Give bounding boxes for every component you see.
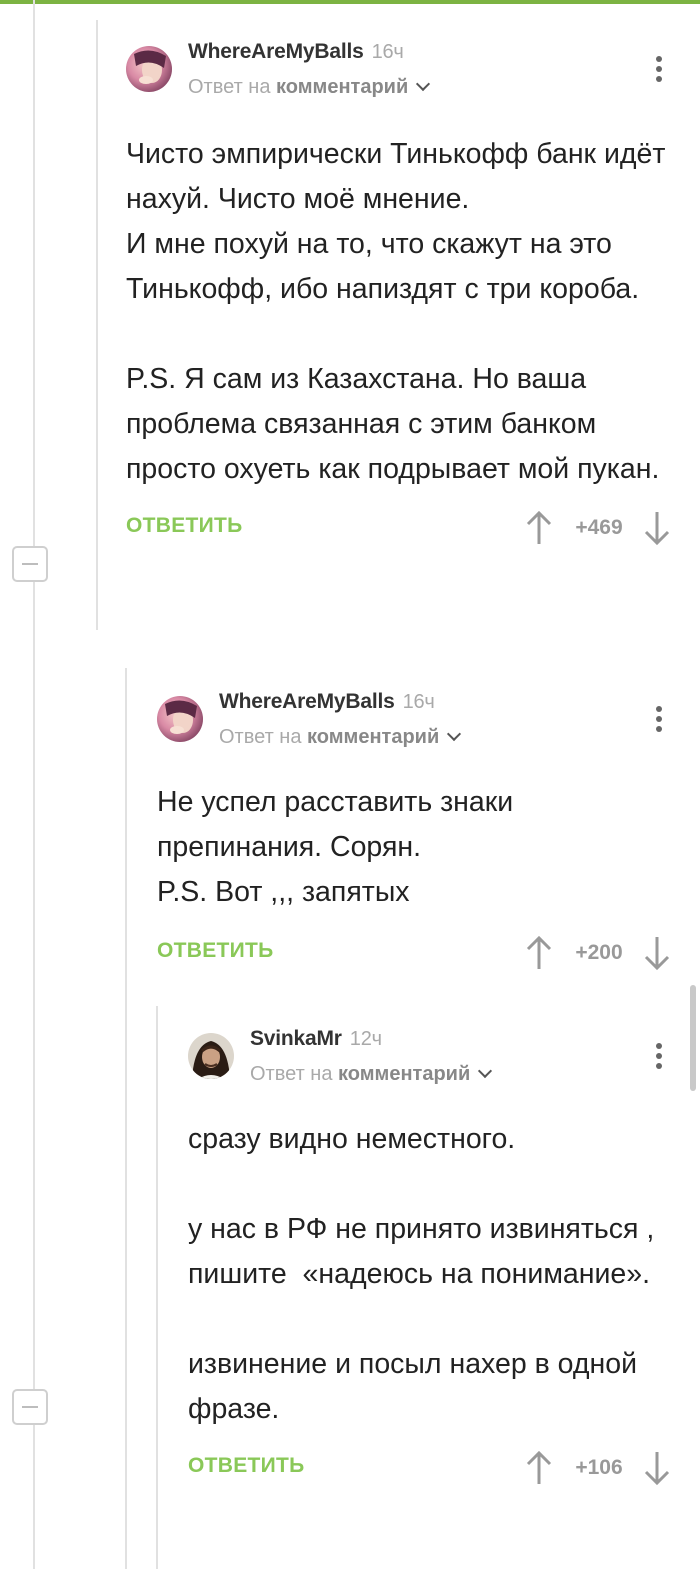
comment-body: Не успел расставить знаки препинания. Со… <box>157 780 674 915</box>
more-options-icon[interactable] <box>654 56 664 86</box>
chevron-down-icon <box>478 1063 493 1079</box>
chevron-down-icon <box>447 726 462 742</box>
more-options-icon[interactable] <box>654 1043 664 1073</box>
reply-to-link[interactable]: Ответ на комментарий <box>250 1063 493 1086</box>
comment-paragraph: у нас в РФ не принято извиняться , пишит… <box>188 1213 663 1290</box>
avatar[interactable] <box>188 1033 234 1079</box>
thread-line-level-2 <box>96 20 98 630</box>
comment-score: +200 <box>575 941 623 964</box>
reply-to-link[interactable]: Ответ на комментарий <box>219 726 462 749</box>
collapse-thread-button[interactable] <box>12 546 48 582</box>
comment-actions: ОТВЕТИТЬ +200 <box>157 935 674 975</box>
chevron-down-icon <box>416 76 431 92</box>
comment: SvinkaMr 12ч Ответ на комментарий сразу в… <box>188 1027 674 1490</box>
collapse-thread-button[interactable] <box>12 1389 48 1425</box>
thread-line-level-3 <box>125 668 127 1569</box>
comment-body: Чисто эмпирически Тинькофф банк идёт нах… <box>126 132 674 492</box>
comment-paragraph: сразу видно неместного. <box>188 1123 516 1155</box>
author-name[interactable]: WhereAreMyBalls 16ч <box>188 40 404 64</box>
comment-paragraph: извинение и посыл нахер в одной фразе. <box>188 1348 645 1425</box>
comment-header: WhereAreMyBalls 16ч Ответ на комментарий <box>126 40 674 126</box>
reply-prefix: Ответ на <box>188 76 271 98</box>
avatar[interactable] <box>126 46 172 92</box>
comment-paragraph: P.S. Я сам из Казахстана. Но ваша пробле… <box>126 363 660 485</box>
downvote-icon[interactable] <box>642 935 672 971</box>
upvote-icon[interactable] <box>524 935 554 971</box>
reply-button[interactable]: ОТВЕТИТЬ <box>126 514 243 538</box>
avatar[interactable] <box>157 696 203 742</box>
reply-prefix: Ответ на <box>219 726 302 748</box>
reply-target: комментарий <box>276 76 409 98</box>
comment: WhereAreMyBalls 16ч Ответ на комментарий … <box>126 40 674 550</box>
thread-line-level-4 <box>156 1006 158 1569</box>
comment-time: 12ч <box>349 1028 382 1050</box>
reply-prefix: Ответ на <box>250 1063 333 1085</box>
upvote-icon[interactable] <box>524 1450 554 1486</box>
reply-to-link[interactable]: Ответ на комментарий <box>188 76 431 99</box>
comment-header: WhereAreMyBalls 16ч Ответ на комментарий <box>157 690 674 776</box>
comment-actions: ОТВЕТИТЬ +469 <box>126 510 674 550</box>
reply-target: комментарий <box>338 1063 471 1085</box>
downvote-icon[interactable] <box>642 1450 672 1486</box>
author-name[interactable]: WhereAreMyBalls 16ч <box>219 690 435 714</box>
comment-header: SvinkaMr 12ч Ответ на комментарий <box>188 1027 674 1113</box>
reply-target: комментарий <box>307 726 440 748</box>
comment: WhereAreMyBalls 16ч Ответ на комментарий … <box>157 690 674 975</box>
comment-score: +106 <box>575 1456 623 1479</box>
comment-score: +469 <box>575 516 623 539</box>
top-accent-bar <box>0 0 700 4</box>
scrollbar[interactable] <box>690 985 696 1091</box>
comment-actions: ОТВЕТИТЬ +106 <box>188 1450 674 1490</box>
downvote-icon[interactable] <box>642 510 672 546</box>
thread-line-level-1 <box>33 0 35 1569</box>
comment-time: 16ч <box>371 41 404 63</box>
upvote-icon[interactable] <box>524 510 554 546</box>
comment-body: сразу видно неместного. у нас в РФ не пр… <box>188 1117 674 1432</box>
author-name[interactable]: SvinkaMr 12ч <box>250 1027 382 1051</box>
comment-paragraph: Чисто эмпирически Тинькофф банк идёт нах… <box>126 138 666 305</box>
reply-button[interactable]: ОТВЕТИТЬ <box>188 1454 305 1478</box>
more-options-icon[interactable] <box>654 706 664 736</box>
comment-paragraph: Не успел расставить знаки препинания. Со… <box>157 786 514 908</box>
reply-button[interactable]: ОТВЕТИТЬ <box>157 939 274 963</box>
comment-time: 16ч <box>402 691 435 713</box>
